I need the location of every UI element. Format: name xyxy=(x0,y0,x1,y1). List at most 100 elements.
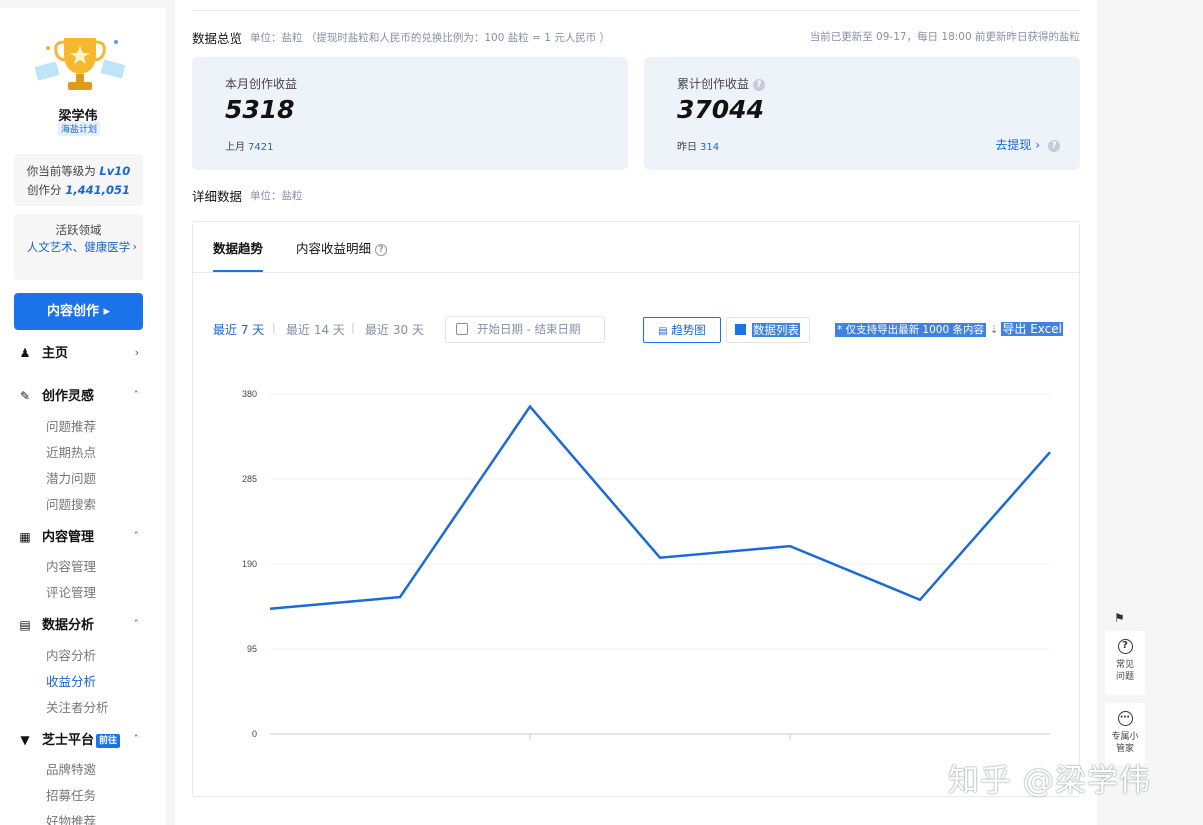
plan-badge: 海盐计划 xyxy=(58,121,101,136)
help-icon[interactable]: ? xyxy=(752,78,765,91)
tab-content-revenue-detail[interactable]: 内容收益明细 ? xyxy=(296,238,387,257)
score-value: 1,441,051 xyxy=(65,183,130,197)
chart-icon: ▤ xyxy=(19,618,31,632)
nav-zhishi-label: 芝士平台 xyxy=(42,733,95,748)
watermark: 知乎 @梁学伟 xyxy=(948,763,1151,799)
tabs-divider xyxy=(193,272,1079,273)
chevron-right-icon: › xyxy=(132,240,137,253)
chevron-up-icon: ˆ xyxy=(133,389,140,402)
monthly-value: 5318 xyxy=(225,95,295,124)
level-box: 你当前等级为 Lv10 创作分 1,441,051 xyxy=(14,154,143,206)
domain-label: 活跃领域 xyxy=(55,223,102,237)
nav-item-recent-hot[interactable]: 近期热点 xyxy=(46,444,96,462)
tab-data-trend[interactable]: 数据趋势 xyxy=(213,238,263,257)
nav-inspiration-label: 创作灵感 xyxy=(42,389,95,404)
nav-home[interactable]: ♟ 主页 › xyxy=(18,343,143,363)
faq-button[interactable]: ? 常见问题 xyxy=(1105,631,1145,695)
chevron-up-icon: ˆ xyxy=(133,733,140,746)
last-month: 上月 7421 xyxy=(225,138,273,153)
nav-data-analysis[interactable]: ▤ 数据分析 ˆ xyxy=(18,615,143,635)
trophy-icon xyxy=(34,38,126,90)
withdraw-label: 去提现 › xyxy=(995,138,1040,152)
nav-item-question-search[interactable]: 问题搜索 xyxy=(46,496,96,514)
last-month-label: 上月 xyxy=(225,142,245,153)
yesterday: 昨日 314 xyxy=(677,138,719,153)
range-7-days[interactable]: 最近 7 天 xyxy=(213,321,264,338)
y-tick-label: 0 xyxy=(252,729,257,739)
range-30-days[interactable]: 最近 30 天 xyxy=(365,321,424,338)
monthly-revenue-card: 本月创作收益 5318 上月 7421 xyxy=(192,57,628,170)
pen-icon: ✎ xyxy=(19,389,31,403)
sidebar: 梁学伟 海盐计划 你当前等级为 Lv10 创作分 1,441,051 活跃领域 … xyxy=(0,8,166,825)
range-14-days[interactable]: 最近 14 天 xyxy=(286,321,345,338)
last-month-value: 7421 xyxy=(248,142,274,153)
chevron-right-icon: › xyxy=(134,346,139,359)
revenue-trend-chart: 380 285 190 95 0 xyxy=(242,389,1051,740)
view-trend-button[interactable]: ▤ 趋势图 xyxy=(643,317,721,343)
nav-item-follower-analysis[interactable]: 关注者分析 xyxy=(46,699,109,717)
help-icon[interactable]: ? xyxy=(1048,139,1060,152)
grid-icon: ▦ xyxy=(19,530,31,544)
overview-title: 数据总览 xyxy=(192,31,243,46)
nav-item-good-products[interactable]: 好物推荐 xyxy=(46,813,96,825)
help-icon[interactable]: ? xyxy=(375,243,387,256)
table-icon xyxy=(735,324,746,335)
y-tick-label: 380 xyxy=(242,389,257,399)
nav-home-label: 主页 xyxy=(42,346,69,361)
series-line xyxy=(269,404,1051,610)
nav-inspiration[interactable]: ✎ 创作灵感 ˆ xyxy=(18,386,143,406)
nav-zhishi-platform[interactable]: ▼ 芝士平台 前往 ˆ xyxy=(18,730,143,750)
content-create-button[interactable]: 内容创作 ▸ xyxy=(14,293,143,330)
export-excel-button[interactable]: ⇣ 导出 Excel xyxy=(990,321,1063,339)
divider xyxy=(192,10,1080,11)
nav-item-comment-manage[interactable]: 评论管理 xyxy=(46,584,96,602)
faq-label: 常见问题 xyxy=(1115,660,1134,682)
nav-item-content-manage[interactable]: 内容管理 xyxy=(46,558,96,576)
total-label: 累计创作收益 xyxy=(677,77,750,91)
detail-title: 详细数据 xyxy=(192,189,243,204)
nav-analysis-label: 数据分析 xyxy=(42,618,95,633)
total-revenue-card: 累计创作收益 ? 37044 昨日 314 去提现 ›? xyxy=(644,57,1080,170)
zhishi-icon: ▼ xyxy=(20,733,30,747)
nav-item-potential-question[interactable]: 潜力问题 xyxy=(46,470,96,488)
nav-content-label: 内容管理 xyxy=(42,530,95,545)
overview-unit: 单位：盐粒 （提现时盐粒和人民币的兑换比例为：100 盐粒 = 1 元人民币 ） xyxy=(250,32,611,44)
view-list-label: 数据列表 xyxy=(752,323,800,337)
date-range-placeholder: 开始日期 - 结束日期 xyxy=(477,322,581,336)
chat-icon: ⋯ xyxy=(1117,711,1133,726)
y-tick-label: 285 xyxy=(242,474,257,484)
goto-badge[interactable]: 前往 xyxy=(96,733,121,748)
chevron-up-icon: ˆ xyxy=(133,618,140,631)
total-value: 37044 xyxy=(677,95,764,124)
assistant-label: 专属小管家 xyxy=(1111,732,1139,754)
yesterday-label: 昨日 xyxy=(677,142,697,153)
nav-item-question-recommend[interactable]: 问题推荐 xyxy=(46,418,96,436)
nav-item-recruit-task[interactable]: 招募任务 xyxy=(46,787,96,805)
date-range-picker[interactable]: 开始日期 - 结束日期 xyxy=(445,316,605,343)
withdraw-link[interactable]: 去提现 ›? xyxy=(995,136,1060,153)
score-label: 创作分 xyxy=(27,183,62,197)
flag-icon[interactable]: ⚑ xyxy=(1114,611,1125,625)
nav-item-brand-invite[interactable]: 品牌特邀 xyxy=(46,761,96,779)
total-label-row: 累计创作收益 ? xyxy=(677,75,765,92)
monthly-label: 本月创作收益 xyxy=(225,77,298,91)
view-list-button[interactable]: 数据列表 xyxy=(726,317,810,343)
y-tick-label: 95 xyxy=(247,644,257,654)
active-domain-box[interactable]: 活跃领域 人文艺术、健康医学 › xyxy=(14,214,143,280)
range-separator: | xyxy=(272,321,276,334)
nav-item-content-analysis[interactable]: 内容分析 xyxy=(46,647,96,665)
export-note: * 仅支持导出最新 1000 条内容 xyxy=(835,323,986,337)
tab-content-revenue-label: 内容收益明细 xyxy=(296,241,372,256)
download-icon: ⇣ xyxy=(990,325,999,336)
y-tick-label: 190 xyxy=(242,559,257,569)
nav-item-revenue-analysis[interactable]: 收益分析 xyxy=(46,673,96,691)
question-circle-icon: ? xyxy=(1117,639,1133,654)
yesterday-value: 314 xyxy=(700,142,720,153)
export-excel-label: 导出 Excel xyxy=(1001,322,1063,336)
update-note: 当前已更新至 09-17，每日 18:00 前更新昨日获得的盐粒 xyxy=(809,31,1080,43)
chevron-up-icon: ˆ xyxy=(133,530,140,543)
nav-content-management[interactable]: ▦ 内容管理 ˆ xyxy=(18,527,143,547)
range-separator: | xyxy=(351,321,355,334)
domain-value: 人文艺术、健康医学 xyxy=(26,240,131,254)
level-value: Lv10 xyxy=(99,164,131,178)
